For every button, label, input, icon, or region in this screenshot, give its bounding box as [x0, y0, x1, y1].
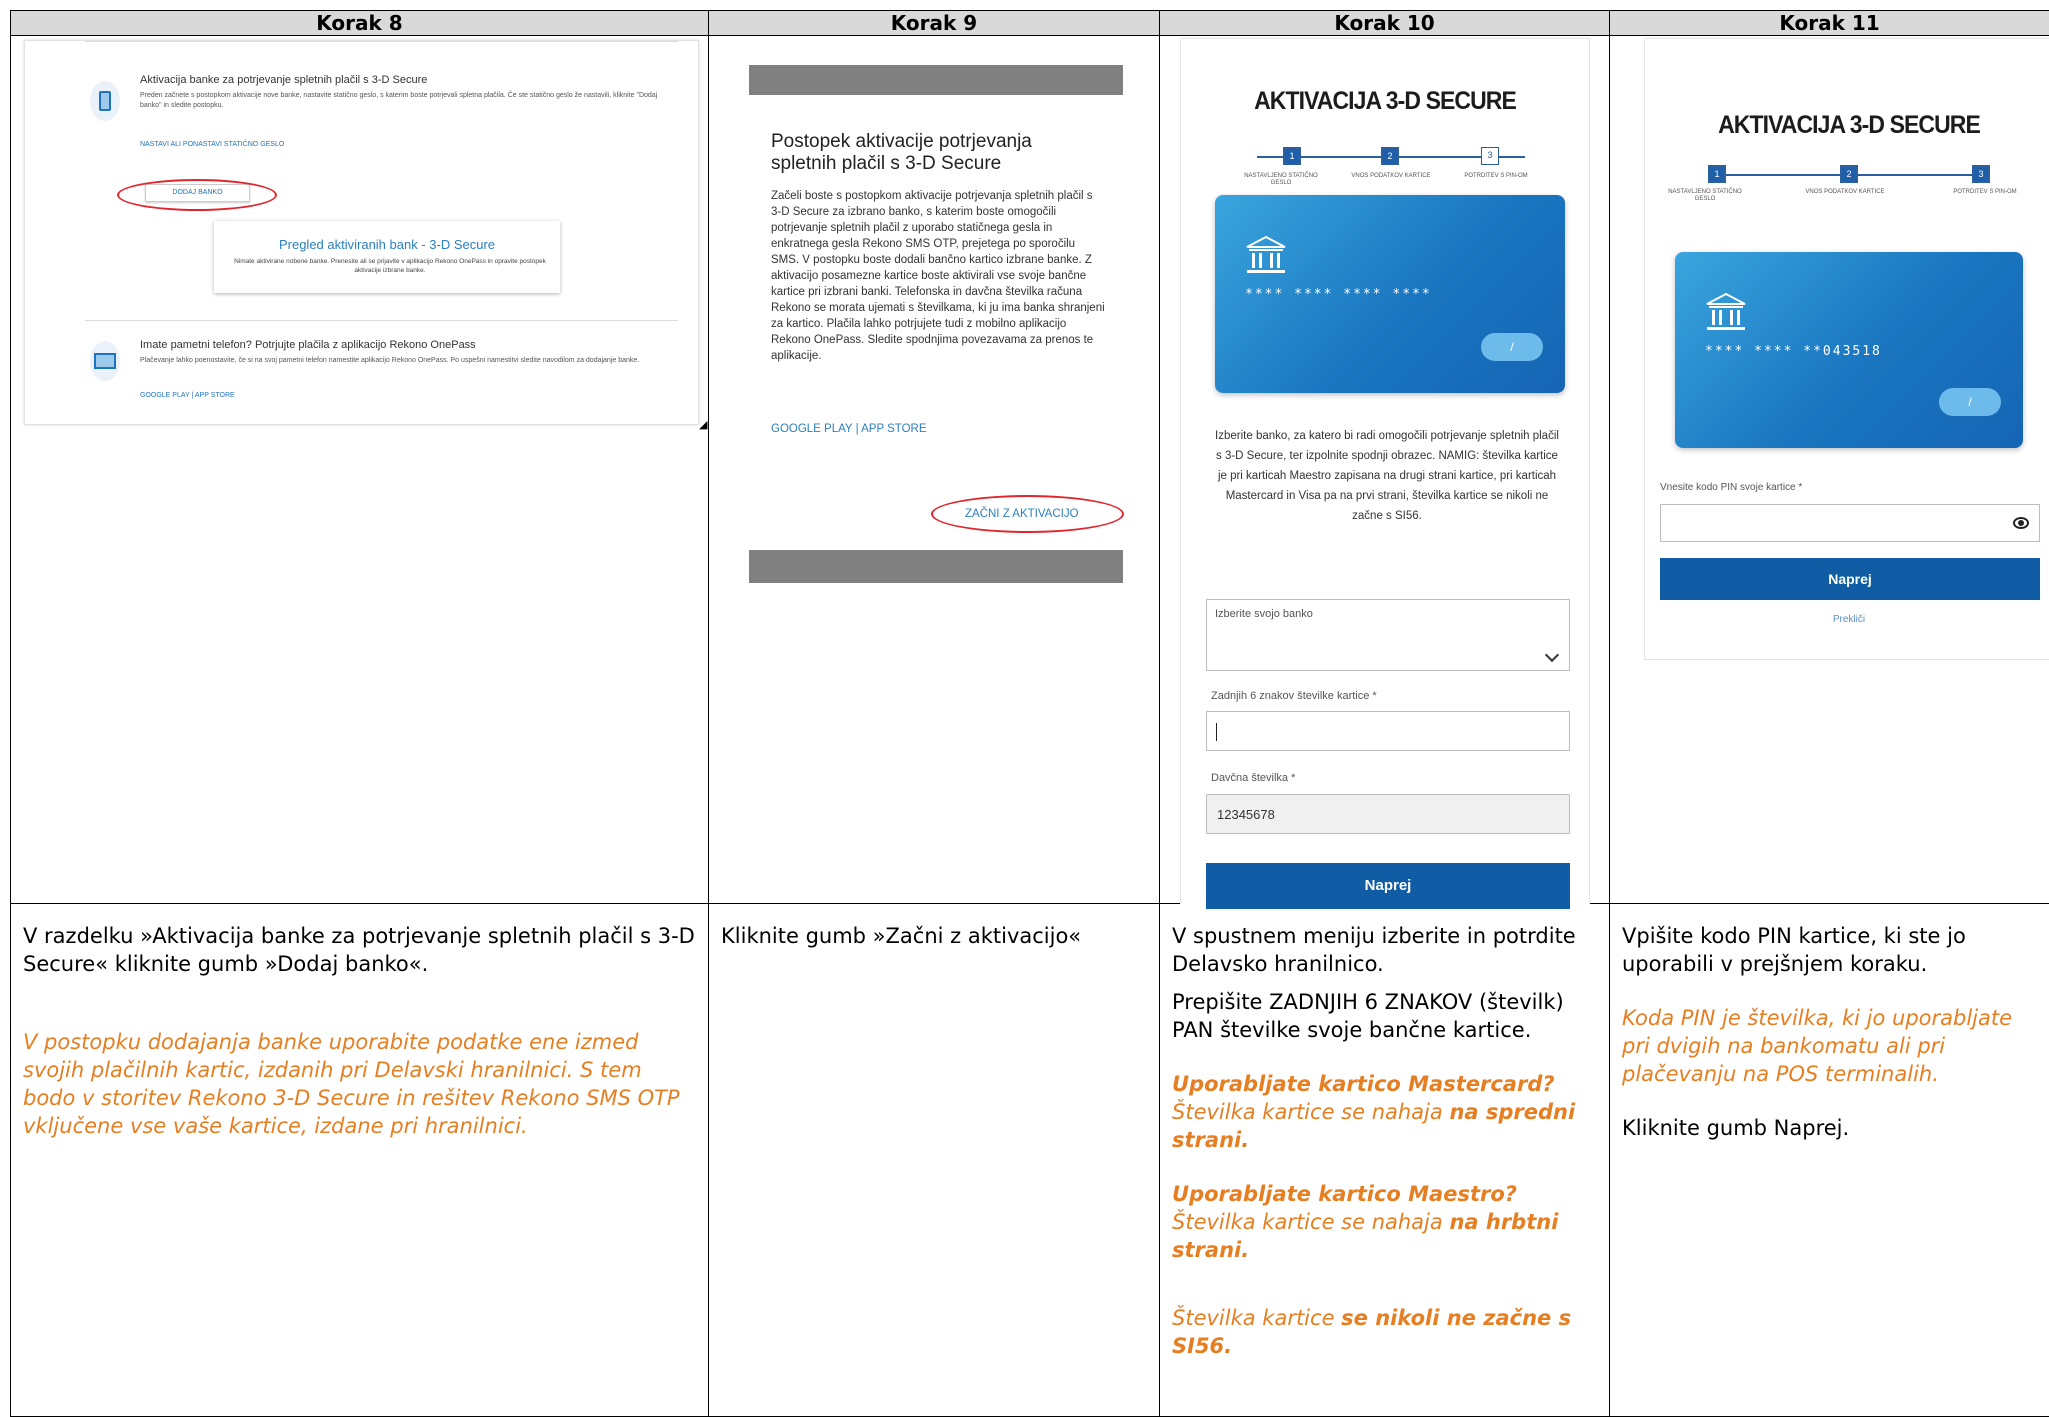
maestro-hint: Uporabljate kartico Maestro? Številka ka…: [1172, 1180, 1597, 1264]
eye-icon[interactable]: [2013, 517, 2029, 529]
step11-screenshot: AKTIVACIJA 3-D SECURE 1 2 3 NASTAVLJENO …: [1644, 38, 2049, 660]
header-step-9: Korak 9: [708, 10, 1160, 36]
card-digits-label: Zadnjih 6 znakov številke kartice *: [1211, 690, 1377, 702]
step8-note: V postopku dodajanja banke uporabite pod…: [23, 1030, 680, 1138]
si56-answer-1: Številka kartice: [1172, 1306, 1342, 1330]
header-row: Korak 8 Korak 9 Korak 10 Korak 11: [10, 10, 2049, 36]
step-indicator-1: 1: [1708, 165, 1726, 183]
step11-text-cell: Vpišite kodo PIN kartice, ki ste jo upor…: [1609, 903, 2049, 1417]
step10-screenshot: AKTIVACIJA 3-D SECURE 1 2 3 NASTAVLJENO …: [1180, 38, 1590, 909]
highlight-oval: [117, 179, 277, 211]
text-caret: [1216, 723, 1217, 741]
modal-title: Postopek aktivacije potrjevanja spletnih…: [771, 131, 1032, 174]
step-indicator-2: 2: [1381, 147, 1399, 165]
maestro-question: Uporabljate kartico Maestro?: [1172, 1182, 1517, 1206]
highlight-oval: [931, 495, 1124, 533]
mastercard-question: Uporabljate kartico Mastercard?: [1172, 1072, 1555, 1096]
next-button[interactable]: Naprej: [1660, 558, 2040, 600]
modal-text: Začeli boste s postopkom aktivacije potr…: [771, 190, 1105, 362]
cancel-link[interactable]: Prekliči: [1645, 614, 2049, 625]
activated-banks-card: Pregled aktiviranih bank - 3-D Secure Ni…: [214, 221, 560, 293]
text-row: V razdelku »Aktivacija banke za potrjeva…: [10, 903, 2049, 1417]
si56-hint: Številka kartice se nikoli ne začne s SI…: [1172, 1304, 1597, 1360]
step-label-3: POTRDITEV S PIN-OM: [1464, 173, 1528, 179]
activated-banks-title: Pregled aktiviranih bank - 3-D Secure: [278, 237, 496, 252]
step8-text-cell: V razdelku »Aktivacija banke za potrjeva…: [10, 903, 709, 1417]
card-number: **** **** **043518: [1705, 344, 1882, 359]
store-links[interactable]: GOOGLE PLAY | APP STORE: [771, 423, 927, 435]
pin-input[interactable]: [1660, 504, 2040, 542]
card-flip-button[interactable]: /: [1481, 333, 1543, 361]
tax-number-label: Davčna številka *: [1211, 772, 1296, 784]
progress-stepper: 1 2 3: [1700, 165, 2000, 185]
bank-select[interactable]: Izberite svojo banko: [1206, 599, 1570, 671]
header-step-11: Korak 11: [1609, 10, 2049, 36]
smartphone-icon: [90, 341, 120, 381]
divider: [85, 320, 678, 321]
form-description: Izberite banko, za katero bi radi omogoč…: [1215, 430, 1559, 522]
step9-text-cell: Kliknite gumb »Začni z aktivacijo«: [708, 903, 1160, 1417]
header-step-10: Korak 10: [1159, 10, 1610, 36]
set-static-password-link[interactable]: NASTAVI ALI PONASTAVI STATIČNO GESLO: [140, 141, 284, 148]
step-label-2: VNOS PODATKOV KARTICE: [1805, 189, 1885, 195]
step11-description-2: Kliknite gumb Naprej.: [1622, 1116, 1850, 1140]
page-title: AKTIVACIJA 3-D SECURE: [1254, 87, 1517, 115]
bank-select-label: Izberite svojo banko: [1215, 608, 1313, 620]
store-links[interactable]: GOOGLE PLAY | APP STORE: [140, 392, 235, 399]
step-label-3: POTRDITEV S PIN-OM: [1953, 189, 2017, 195]
chevron-down-icon: [1544, 647, 1560, 663]
bank-icon: [1246, 235, 1286, 273]
section-title-onepass: Imate pametni telefon? Potrjujte plačila…: [140, 339, 476, 351]
card-flip-button[interactable]: /: [1939, 388, 2001, 416]
step-indicator-3: 3: [1972, 165, 1990, 183]
step-label-1: NASTAVLJENO STATIČNO GESLO: [1668, 189, 1742, 202]
card-digits-input[interactable]: [1206, 711, 1570, 751]
step11-note: Koda PIN je številka, ki jo uporabljate …: [1622, 1006, 2013, 1086]
pin-label: Vnesite kodo PIN svoje kartice *: [1660, 482, 1803, 493]
section-text-bank-activation: Preden začnete s postopkom aktivacije no…: [140, 92, 658, 109]
step-indicator-2: 2: [1840, 165, 1858, 183]
page-title: AKTIVACIJA 3-D SECURE: [1718, 111, 1981, 139]
mastercard-answer-1: Številka kartice se nahaja: [1172, 1100, 1450, 1124]
step10-description-1: V spustnem meniju izberite in potrdite D…: [1172, 924, 1576, 976]
next-button[interactable]: Naprej: [1206, 863, 1570, 909]
bank-icon: [1706, 292, 1746, 330]
bank-card-preview: **** **** **043518 /: [1675, 252, 2023, 448]
activation-modal: Postopek aktivacije potrjevanja spletnih…: [749, 95, 1124, 550]
tax-number-input[interactable]: 12345678: [1206, 794, 1570, 834]
bank-card-preview: **** **** **** **** /: [1215, 195, 1565, 393]
step-indicator-3: 3: [1481, 147, 1499, 165]
step8-description: V razdelku »Aktivacija banke za potrjeva…: [23, 924, 695, 976]
step9-screenshot-cell: Postopek aktivacije potrjevanja spletnih…: [708, 35, 1160, 904]
step8-screenshot-cell: Aktivacija banke za potrjevanje spletnih…: [10, 35, 709, 904]
phone-icon: [90, 81, 120, 121]
card-number: **** **** **** ****: [1245, 287, 1432, 302]
step10-screenshot-cell: AKTIVACIJA 3-D SECURE 1 2 3 NASTAVLJENO …: [1159, 35, 1610, 909]
section-title-bank-activation: Aktivacija banke za potrjevanje spletnih…: [140, 74, 428, 86]
progress-stepper: 1 2 3: [1241, 147, 1541, 167]
maestro-answer-1: Številka kartice se nahaja: [1172, 1210, 1450, 1234]
instructions-table: Korak 8 Korak 9 Korak 10 Korak 11 Aktiva…: [10, 10, 2049, 1417]
header-step-8: Korak 8: [10, 10, 709, 36]
step8-screenshot: Aktivacija banke za potrjevanje spletnih…: [24, 40, 699, 425]
step-label-1: NASTAVLJENO STATIČNO GESLO: [1244, 173, 1318, 186]
step11-description: Vpišite kodo PIN kartice, ki ste jo upor…: [1622, 924, 1966, 976]
section-text-onepass: Plačevanje lahko poenostavite, če si na …: [140, 357, 640, 364]
mouse-cursor-icon: ◢: [699, 418, 708, 431]
step9-screenshot: Postopek aktivacije potrjevanja spletnih…: [749, 65, 1124, 583]
screenshot-row: Aktivacija banke za potrjevanje spletnih…: [10, 35, 2049, 909]
step9-description: Kliknite gumb »Začni z aktivacijo«: [721, 924, 1082, 948]
divider: [85, 41, 678, 42]
step11-screenshot-cell: AKTIVACIJA 3-D SECURE 1 2 3 NASTAVLJENO …: [1609, 35, 2049, 904]
step10-description-2: Prepišite ZADNJIH 6 ZNAKOV (številk) PAN…: [1172, 990, 1564, 1042]
step10-text-cell: V spustnem meniju izberite in potrdite D…: [1159, 903, 1610, 1417]
step-label-2: VNOS PODATKOV KARTICE: [1351, 173, 1431, 179]
mastercard-hint: Uporabljate kartico Mastercard? Številka…: [1172, 1070, 1597, 1154]
tax-number-value: 12345678: [1217, 807, 1275, 822]
activated-banks-text: Nimate aktivirane nobene banke. Prenesit…: [234, 258, 546, 274]
step-indicator-1: 1: [1283, 147, 1301, 165]
